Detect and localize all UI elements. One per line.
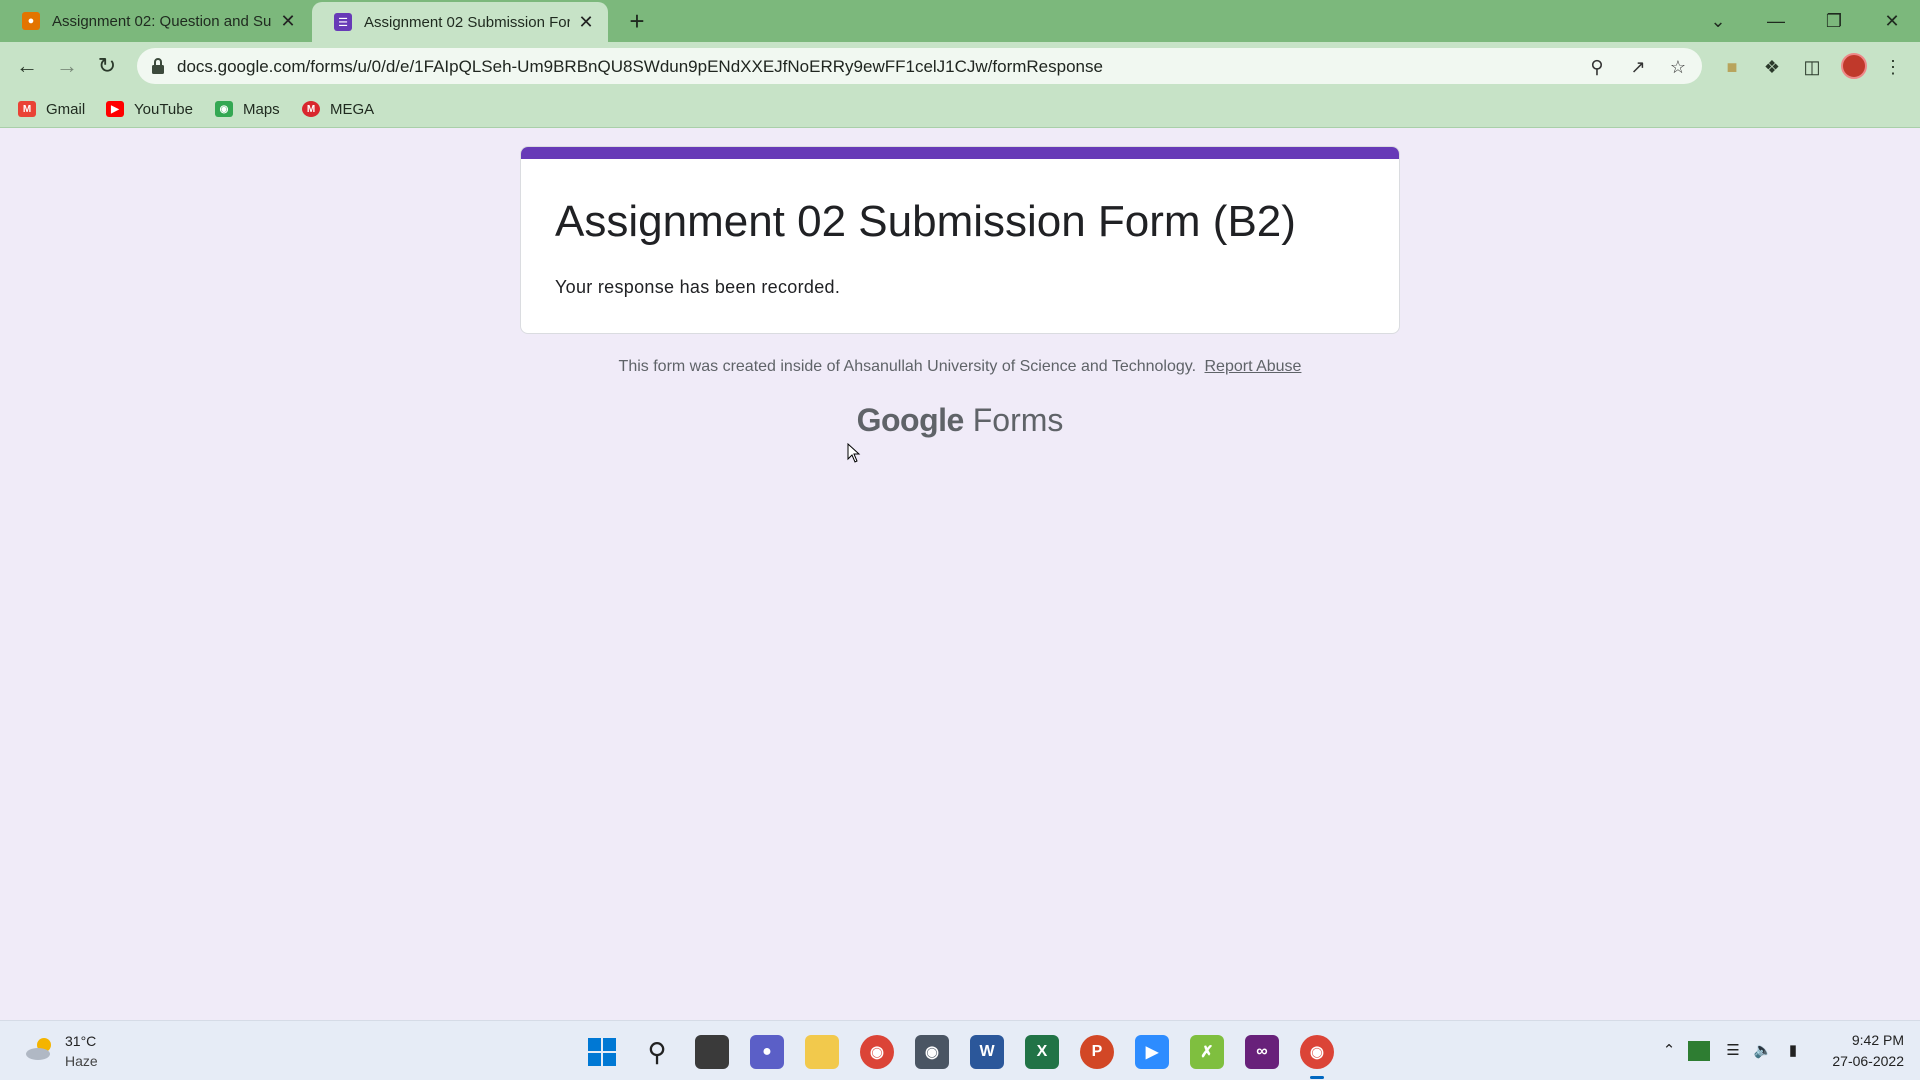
menu-icon[interactable]: ⋮: [1880, 54, 1906, 80]
new-tab-button[interactable]: +: [622, 6, 652, 36]
volume-icon[interactable]: 🔈: [1752, 1041, 1774, 1061]
wifi-icon[interactable]: ☰: [1722, 1041, 1744, 1061]
form-card: Assignment 02 Submission Form (B2) Your …: [520, 146, 1400, 334]
bookmark-star-icon[interactable]: ☆: [1667, 56, 1689, 78]
windows-icon: [588, 1038, 616, 1066]
search-icon[interactable]: ⚲: [640, 1035, 674, 1069]
weather-temperature: 31°C: [65, 1033, 97, 1049]
maps-icon: ◉: [215, 101, 233, 117]
zoom-icon[interactable]: ⚲: [1586, 56, 1608, 78]
excel-icon[interactable]: X: [1025, 1035, 1059, 1069]
extension-icon[interactable]: ■: [1719, 54, 1745, 80]
nvidia-tray-icon[interactable]: [1688, 1041, 1710, 1061]
weather-description: Haze: [65, 1053, 98, 1069]
tab-strip: ● Assignment 02: Question and Su ✕ ☰ Ass…: [0, 0, 1920, 42]
address-bar[interactable]: docs.google.com/forms/u/0/d/e/1FAIpQLSeh…: [137, 48, 1702, 84]
reload-icon[interactable]: ↻: [92, 51, 122, 81]
share-icon[interactable]: ↗: [1627, 56, 1649, 78]
battery-icon[interactable]: ▮: [1782, 1041, 1804, 1061]
avatar[interactable]: [1841, 53, 1867, 79]
forms-icon: ☰: [334, 13, 352, 31]
confirmation-message: Your response has been recorded.: [555, 277, 841, 297]
form-title: Assignment 02 Submission Form (B2): [555, 197, 1296, 246]
snipping-tool-icon[interactable]: ✗: [1190, 1035, 1224, 1069]
bookmarks-bar: M Gmail ▶ YouTube ◉ Maps M MEGA: [0, 90, 1920, 128]
weather-haze-icon[interactable]: [24, 1035, 56, 1063]
lock-icon: [152, 58, 164, 74]
footer-text: This form was created inside of Ahsanull…: [618, 358, 1197, 375]
powerpoint-icon[interactable]: P: [1080, 1035, 1114, 1069]
start-button[interactable]: [585, 1035, 619, 1069]
google-wordmark: Google: [856, 402, 965, 438]
classroom-icon: ●: [22, 12, 40, 30]
mouse-cursor-icon: [847, 443, 861, 463]
bookmark-maps[interactable]: ◉ Maps: [215, 98, 280, 120]
camera-icon[interactable]: ◉: [915, 1035, 949, 1069]
close-tab-icon[interactable]: ✕: [278, 11, 298, 32]
minimize-button[interactable]: —: [1748, 0, 1804, 42]
chrome-icon[interactable]: ◉: [860, 1035, 894, 1069]
bookmark-youtube[interactable]: ▶ YouTube: [106, 98, 193, 120]
clock-time[interactable]: 9:42 PM: [1852, 1032, 1904, 1048]
puzzle-icon[interactable]: ❖: [1759, 54, 1785, 80]
gmail-icon: M: [18, 101, 36, 117]
forms-wordmark: Forms: [972, 402, 1064, 438]
restore-button[interactable]: ❐: [1806, 0, 1862, 42]
back-icon[interactable]: ←: [12, 51, 42, 81]
zoom-app-icon[interactable]: ▶: [1135, 1035, 1169, 1069]
tab-assignment-question[interactable]: ● Assignment 02: Question and Su ✕: [0, 0, 310, 42]
bookmark-gmail[interactable]: M Gmail: [18, 98, 85, 120]
bookmark-label: Gmail: [46, 100, 86, 118]
bookmark-label: MEGA: [330, 100, 375, 118]
clock-date[interactable]: 27-06-2022: [1832, 1053, 1904, 1069]
browser-toolbar: ← → ↻ docs.google.com/forms/u/0/d/e/1FAI…: [0, 42, 1920, 90]
tab-search-icon[interactable]: ⌄: [1690, 0, 1746, 42]
form-accent-bar: [521, 147, 1399, 159]
taskbar: 31°C Haze ⚲ ● ◉ ◉ W X P ▶ ✗ ∞ ◉ ⌃ ☰ 🔈 ▮ …: [0, 1020, 1920, 1080]
forward-icon[interactable]: →: [52, 51, 82, 81]
chrome-active-icon[interactable]: ◉: [1300, 1035, 1334, 1079]
report-abuse-link[interactable]: Report Abuse: [1205, 358, 1302, 375]
close-window-button[interactable]: ✕: [1864, 0, 1920, 42]
teams-chat-icon[interactable]: ●: [750, 1035, 784, 1069]
bookmark-mega[interactable]: M MEGA: [302, 98, 374, 120]
side-panel-icon[interactable]: ◫: [1799, 54, 1825, 80]
bookmark-label: Maps: [243, 100, 280, 118]
tab-title: Assignment 02: Question and Su: [52, 12, 272, 30]
task-view-icon[interactable]: [695, 1035, 729, 1069]
google-forms-logo[interactable]: Google Forms: [0, 402, 1920, 439]
visual-studio-icon[interactable]: ∞: [1245, 1035, 1279, 1069]
mega-icon: M: [302, 101, 320, 117]
youtube-icon: ▶: [106, 101, 124, 117]
bookmark-label: YouTube: [134, 100, 193, 118]
close-tab-icon[interactable]: ✕: [576, 12, 596, 33]
file-explorer-icon[interactable]: [805, 1035, 839, 1069]
tab-title: Assignment 02 Submission Form: [364, 13, 570, 31]
form-footer: This form was created inside of Ahsanull…: [0, 358, 1920, 376]
url-text: docs.google.com/forms/u/0/d/e/1FAIpQLSeh…: [177, 57, 1103, 76]
tab-submission-form[interactable]: ☰ Assignment 02 Submission Form ✕: [312, 2, 608, 42]
word-icon[interactable]: W: [970, 1035, 1004, 1069]
tray-overflow-icon[interactable]: ⌃: [1658, 1041, 1680, 1061]
